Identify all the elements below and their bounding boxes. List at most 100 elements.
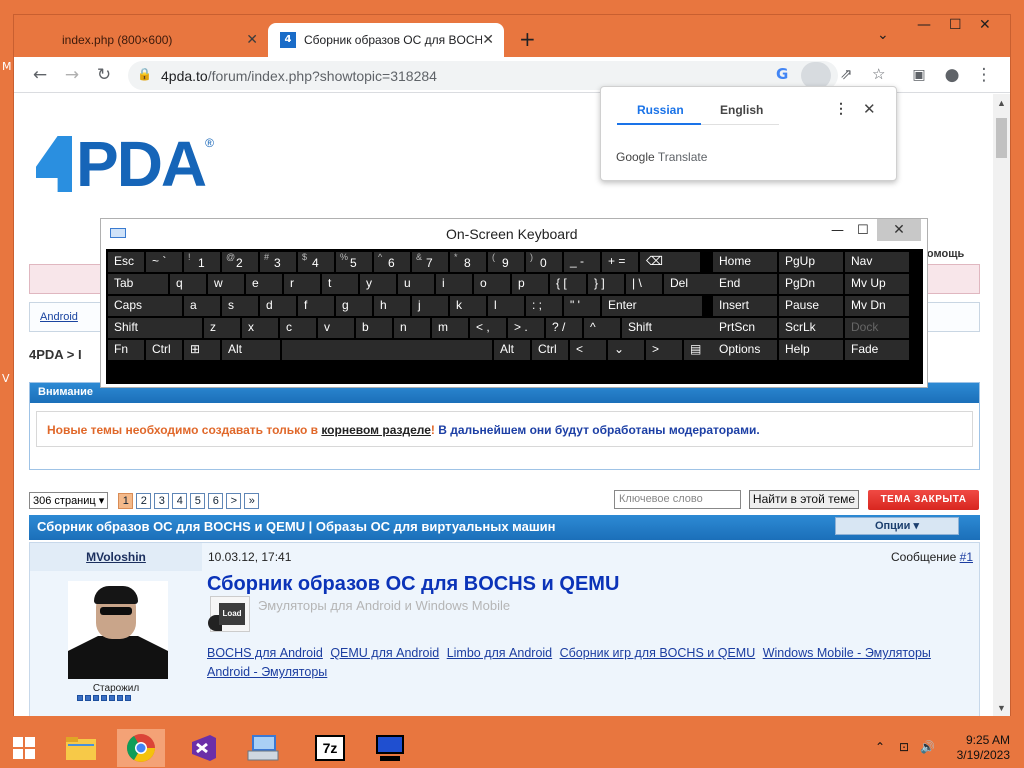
post-link[interactable]: Windows Mobile - Эмуляторы (763, 646, 931, 660)
osk-key-9[interactable]: (9 (488, 252, 524, 272)
osk-key-pgup[interactable]: PgUp (779, 252, 843, 272)
post-link[interactable]: Сборник игр для BOCHS и QEMU (560, 646, 756, 660)
share-icon[interactable]: ⇗ (840, 65, 853, 83)
osk-key-pgdn[interactable]: PgDn (779, 274, 843, 294)
page-link[interactable]: 3 (154, 492, 170, 509)
osk-key-symbol[interactable]: ⌫ (640, 252, 700, 272)
new-tab-button[interactable]: + (519, 27, 536, 51)
osk-key-symbol[interactable]: + = (602, 252, 638, 272)
close-icon[interactable]: ✕ (482, 32, 494, 48)
page-scrollbar[interactable]: ▲ ▼ (993, 94, 1010, 716)
osk-key-s[interactable]: s (222, 296, 258, 316)
osk-key-symbol[interactable]: < , (470, 318, 506, 338)
scroll-thumb[interactable] (996, 118, 1007, 158)
minimize-button[interactable]: — (917, 17, 931, 33)
osk-key-1[interactable]: ! 1 (184, 252, 220, 272)
osk-key-pause[interactable]: Pause (779, 296, 843, 316)
forward-icon[interactable]: → (60, 63, 84, 87)
osk-key-4[interactable]: $4 (298, 252, 334, 272)
post-link[interactable]: Android - Эмуляторы (207, 665, 327, 679)
osk-key-a[interactable]: a (184, 296, 220, 316)
osk-key-u[interactable]: u (398, 274, 434, 294)
osk-key-6[interactable]: ^ 6 (374, 252, 410, 272)
osk-key-t[interactable]: t (322, 274, 358, 294)
maximize-button[interactable]: ☐ (949, 17, 962, 33)
topic-search-button[interactable]: Найти в этой теме (749, 490, 859, 509)
osk-key-mv-up[interactable]: Mv Up (845, 274, 909, 294)
osk-key-q[interactable]: q (170, 274, 206, 294)
osk-key-y[interactable]: y (360, 274, 396, 294)
osk-key-enter[interactable]: Enter (602, 296, 702, 316)
osk-key-tab[interactable]: Tab (108, 274, 168, 294)
topic-closed-button[interactable]: ТЕМА ЗАКРЫТА (868, 490, 979, 510)
osk-key-esc[interactable]: Esc (108, 252, 144, 272)
osk-key-x[interactable]: x (242, 318, 278, 338)
osk-key-symbol[interactable]: { [ (550, 274, 586, 294)
translate-icon[interactable] (801, 62, 831, 89)
osk-key-ctrl[interactable]: Ctrl (146, 340, 182, 360)
osk-key-home[interactable]: Home (713, 252, 777, 272)
osk-key-e[interactable]: e (246, 274, 282, 294)
osk-key-o[interactable]: o (474, 274, 510, 294)
osk-key-symbol[interactable]: " ' (564, 296, 600, 316)
osk-key-b[interactable]: b (356, 318, 392, 338)
osk-key-j[interactable]: j (412, 296, 448, 316)
osk-key-symbol[interactable]: ~ ` (146, 252, 182, 272)
osk-key-help[interactable]: Help (779, 340, 843, 360)
osk-key-c[interactable]: c (280, 318, 316, 338)
tab-4pda[interactable]: 4 Сборник образов ОС для BOCHS ✕ (268, 23, 504, 57)
osk-titlebar[interactable]: On-Screen Keyboard — ☐ ✕ (101, 219, 927, 249)
osk-key-n[interactable]: n (394, 318, 430, 338)
volume-icon[interactable]: 🔊 (920, 740, 935, 754)
google-lens-icon[interactable]: G (776, 65, 788, 83)
osk-key-fn[interactable]: Fn (108, 340, 144, 360)
osk-key-l[interactable]: l (488, 296, 524, 316)
visual-studio-button[interactable] (179, 729, 227, 767)
more-options-icon[interactable]: ⋮ (834, 100, 848, 117)
site-logo[interactable]: PDA ® (36, 128, 214, 200)
lock-icon[interactable]: 🔒 (137, 67, 152, 81)
osk-key-insert[interactable]: Insert (713, 296, 777, 316)
breadcrumb[interactable]: 4PDA > I (29, 347, 82, 362)
osk-key-end[interactable]: End (713, 274, 777, 294)
osk-key-symbol[interactable]: } ] (588, 274, 624, 294)
chrome-menu-icon[interactable]: ⋮ (972, 63, 996, 87)
osk-key-5[interactable]: % 5 (336, 252, 372, 272)
osk-key-mv-dn[interactable]: Mv Dn (845, 296, 909, 316)
profile-icon[interactable]: ● (940, 63, 964, 87)
osk-key-symbol[interactable]: _ - (564, 252, 600, 272)
remote-desktop-button[interactable] (366, 729, 414, 767)
lang-tab-russian[interactable]: Russian (637, 103, 684, 117)
osk-key-v[interactable]: v (318, 318, 354, 338)
osk-key-p[interactable]: p (512, 274, 548, 294)
close-icon[interactable]: ✕ (863, 100, 876, 118)
osk-key-symbol[interactable]: < (570, 340, 606, 360)
osk-key-symbol[interactable]: ^ (584, 318, 620, 338)
osk-key-2[interactable]: @2 (222, 252, 258, 272)
osk-key-0[interactable]: ) 0 (526, 252, 562, 272)
close-icon[interactable]: ✕ (246, 32, 258, 48)
osk-key-g[interactable]: g (336, 296, 372, 316)
next-page-link[interactable]: > (226, 492, 242, 509)
post-author[interactable]: MVoloshin (30, 543, 202, 571)
file-explorer-button[interactable] (57, 729, 105, 767)
osk-key-m[interactable]: m (432, 318, 468, 338)
topic-search-input[interactable]: Ключевое слово (614, 490, 741, 509)
osk-key-7[interactable]: & 7 (412, 252, 448, 272)
post-link[interactable]: Limbo для Android (447, 646, 552, 660)
osk-key-caps[interactable]: Caps (108, 296, 182, 316)
osk-key-alt[interactable]: Alt (494, 340, 530, 360)
osk-key-nav[interactable]: Nav (845, 252, 909, 272)
page-link[interactable]: 6 (208, 492, 224, 509)
lang-tab-english[interactable]: English (720, 103, 763, 117)
android-link[interactable]: Android (40, 311, 78, 323)
start-button[interactable] (0, 729, 48, 767)
osk-key-r[interactable]: r (284, 274, 320, 294)
tab-index-php[interactable]: index.php (800×600) ✕ (50, 23, 268, 57)
root-section-link[interactable]: корневом разделе (321, 423, 431, 437)
osk-key-i[interactable]: i (436, 274, 472, 294)
pages-select[interactable]: 306 страниц ▾ (29, 492, 109, 509)
chrome-button[interactable] (117, 729, 165, 767)
osk-key-symbol[interactable]: : ; (526, 296, 562, 316)
osk-key-scrlk[interactable]: ScrLk (779, 318, 843, 338)
